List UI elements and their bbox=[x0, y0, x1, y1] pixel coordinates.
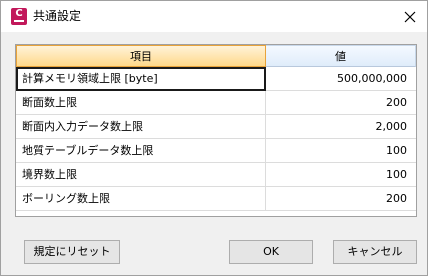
title-bar: C 共通設定 bbox=[1, 1, 427, 32]
table-row[interactable]: ボーリング数上限 200 bbox=[16, 187, 416, 211]
row-value[interactable]: 200 bbox=[266, 91, 416, 115]
column-header-item[interactable]: 項目 bbox=[16, 45, 266, 67]
row-name[interactable]: 地質テーブルデータ数上限 bbox=[16, 139, 266, 163]
table-header: 項目 値 bbox=[16, 45, 416, 67]
table-row[interactable]: 断面内入力データ数上限 2,000 bbox=[16, 115, 416, 139]
row-name[interactable]: 断面数上限 bbox=[16, 91, 266, 115]
table-row[interactable]: 境界数上限 100 bbox=[16, 163, 416, 187]
close-icon bbox=[404, 11, 416, 23]
ok-button[interactable]: OK bbox=[229, 240, 313, 264]
column-header-value[interactable]: 値 bbox=[266, 45, 416, 67]
row-name[interactable]: 境界数上限 bbox=[16, 163, 266, 187]
settings-table: 項目 値 計算メモリ領域上限 [byte] 500,000,000 断面数上限 … bbox=[15, 44, 417, 217]
close-button[interactable] bbox=[395, 5, 425, 29]
row-name[interactable]: ボーリング数上限 bbox=[16, 187, 266, 211]
row-name[interactable]: 断面内入力データ数上限 bbox=[16, 115, 266, 139]
cancel-button[interactable]: キャンセル bbox=[333, 240, 417, 264]
settings-dialog: C 共通設定 項目 値 計算メモリ領域上限 [byte] 500,000,000… bbox=[0, 0, 428, 276]
row-name[interactable]: 計算メモリ領域上限 [byte] bbox=[16, 67, 266, 91]
row-value[interactable]: 500,000,000 bbox=[266, 67, 416, 91]
app-logo-icon: C bbox=[11, 8, 27, 25]
row-value[interactable]: 2,000 bbox=[266, 115, 416, 139]
table-row[interactable]: 地質テーブルデータ数上限 100 bbox=[16, 139, 416, 163]
table-row[interactable]: 断面数上限 200 bbox=[16, 91, 416, 115]
row-value[interactable]: 200 bbox=[266, 187, 416, 211]
row-value[interactable]: 100 bbox=[266, 139, 416, 163]
row-value[interactable]: 100 bbox=[266, 163, 416, 187]
reset-defaults-button[interactable]: 規定にリセット bbox=[24, 240, 120, 264]
dialog-title: 共通設定 bbox=[33, 9, 82, 23]
table-row[interactable]: 計算メモリ領域上限 [byte] 500,000,000 bbox=[16, 67, 416, 91]
